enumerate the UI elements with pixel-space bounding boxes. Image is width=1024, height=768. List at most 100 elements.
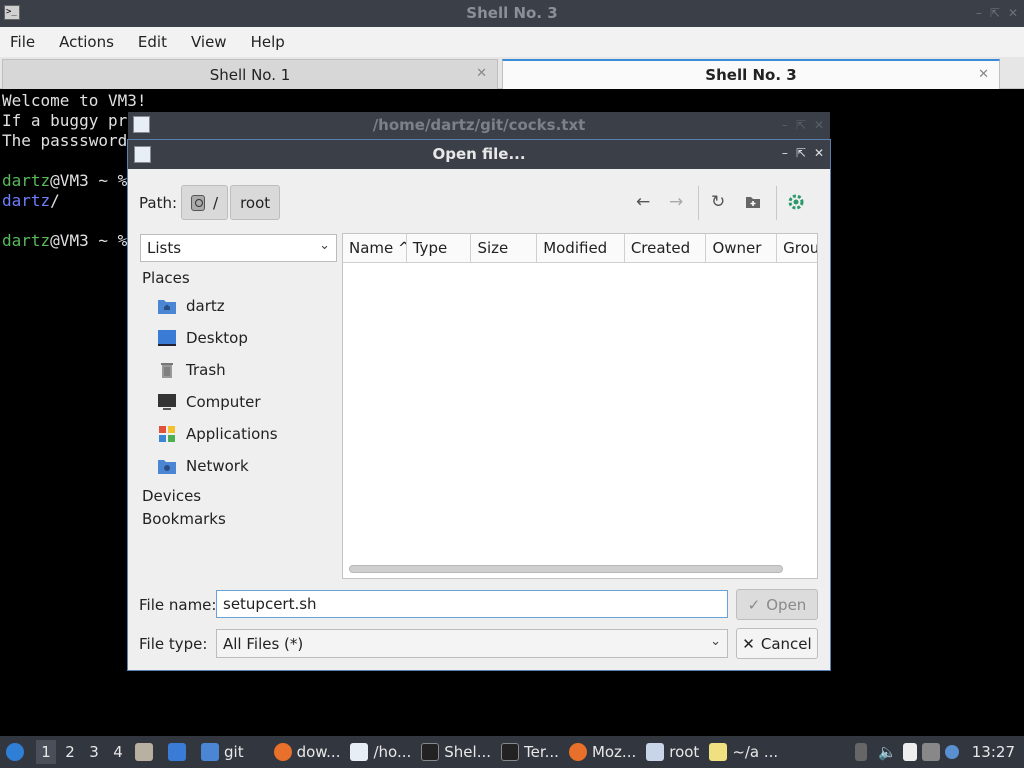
path-segment-label: root [240, 193, 271, 212]
sidebar-item-dartz[interactable]: dartz [140, 290, 338, 322]
network-icon [157, 457, 177, 475]
task-firefox-download[interactable]: dow... [269, 736, 346, 768]
close-icon[interactable]: ✕ [814, 146, 824, 160]
sidebar-item-trash[interactable]: Trash [140, 354, 338, 386]
tab-label: Shell No. 3 [705, 66, 797, 84]
column-header-owner[interactable]: Owner [706, 234, 778, 262]
clipboard-icon[interactable] [902, 743, 917, 761]
desktop-switch-2[interactable]: 2 [60, 740, 80, 764]
open-button-label: Open [766, 595, 807, 614]
taskbar: 1 2 3 4 git dow... /ho... Shel... Ter...… [0, 736, 1024, 768]
file-manager-icon [135, 743, 153, 761]
editor-window-titlebar[interactable]: /home/dartz/git/cocks.txt – ⇱ ✕ [128, 112, 830, 142]
desktop-switch-3[interactable]: 3 [84, 740, 104, 764]
options-gear-icon[interactable] [786, 192, 806, 217]
sidebar-item-desktop[interactable]: Desktop [140, 322, 338, 354]
task-shell[interactable]: Shel... [416, 736, 496, 768]
column-header-type[interactable]: Type [407, 234, 472, 262]
tray-scroll-icon[interactable] [855, 743, 868, 761]
file-type-select[interactable]: All Files (*) ⌄ [216, 629, 728, 658]
tab-shell-3[interactable]: Shell No. 3 ✕ [502, 59, 1000, 89]
menu-help[interactable]: Help [251, 33, 285, 51]
maximize-icon[interactable]: ⇱ [796, 118, 806, 132]
tab-shell-1[interactable]: Shell No. 1 ✕ [2, 59, 498, 89]
new-folder-icon[interactable] [745, 194, 761, 214]
task-terminal[interactable]: Ter... [496, 736, 564, 768]
volume-icon[interactable]: 🔈 [878, 743, 897, 761]
tab-close-icon[interactable]: ✕ [978, 67, 989, 82]
task-git[interactable]: git [196, 736, 249, 768]
column-header-size[interactable]: Size [471, 234, 538, 262]
sidebar-item-label: Desktop [186, 329, 248, 347]
sidebar-item-label: dartz [186, 297, 225, 315]
minimize-icon[interactable]: – [782, 118, 788, 132]
computer-icon [157, 393, 177, 411]
minimize-icon[interactable]: – [782, 146, 788, 160]
prompt-user: dartz [2, 171, 51, 190]
column-header-group[interactable]: Grou [777, 234, 817, 262]
tray-area: 🔈 13:27 [850, 736, 1024, 768]
sidebar-item-label: Computer [186, 393, 261, 411]
maximize-icon[interactable]: ⇱ [796, 146, 806, 160]
path-segment-root[interactable]: / [181, 185, 229, 220]
sidebar-item-label: Applications [186, 425, 278, 443]
quicklaunch-show-desktop[interactable] [163, 736, 196, 768]
file-name-input[interactable] [216, 590, 728, 618]
bookmarks-heading[interactable]: Bookmarks [142, 507, 338, 531]
terminal-line: The passsword [2, 131, 128, 150]
sidebar-item-network[interactable]: Network [140, 450, 338, 482]
menu-view[interactable]: View [191, 33, 227, 51]
view-mode-select[interactable]: Lists ⌄ [140, 234, 337, 262]
forward-arrow-icon[interactable]: → [669, 192, 683, 212]
close-icon[interactable]: ✕ [814, 118, 824, 132]
terminal-titlebar[interactable]: >_ Shell No. 3 – ⇱ ✕ [0, 0, 1024, 27]
devices-heading[interactable]: Devices [142, 484, 338, 508]
cancel-button[interactable]: ✕ Cancel [736, 628, 818, 659]
task-label: Ter... [524, 743, 559, 761]
task-root[interactable]: root [641, 736, 704, 768]
text-editor-icon [350, 743, 369, 761]
start-menu-button[interactable] [0, 736, 34, 768]
menu-edit[interactable]: Edit [138, 33, 167, 51]
path-segment-root-dir[interactable]: root [230, 185, 281, 220]
show-desktop-icon [168, 743, 186, 761]
sidebar-item-label: Trash [186, 361, 226, 379]
desktop-switch-4[interactable]: 4 [108, 740, 128, 764]
menu-file[interactable]: File [10, 33, 35, 51]
back-arrow-icon[interactable]: ← [636, 192, 650, 212]
task-editor[interactable]: /ho... [345, 736, 416, 768]
column-header-created[interactable]: Created [625, 234, 707, 262]
sidebar: Places dartz Desktop Trash Computer Appl… [140, 266, 338, 531]
column-header-modified[interactable]: Modified [537, 234, 625, 262]
maximize-icon[interactable]: ⇱ [990, 6, 1000, 20]
reload-icon[interactable]: ↻ [711, 192, 725, 212]
terminal-line: If a buggy pr [2, 111, 128, 130]
task-label: root [669, 743, 700, 761]
toolbar-separator [776, 186, 777, 220]
clock[interactable]: 13:27 [972, 743, 1015, 761]
desktop-switch-1[interactable]: 1 [36, 740, 56, 764]
places-heading[interactable]: Places [142, 266, 338, 290]
task-label: dow... [296, 743, 341, 761]
horizontal-scrollbar[interactable] [349, 565, 783, 573]
dialog-titlebar[interactable]: Open file... – ⇱ ✕ [128, 140, 830, 169]
task-notes[interactable]: ~/a ... [704, 736, 783, 768]
window-icon [646, 743, 665, 761]
sidebar-item-applications[interactable]: Applications [140, 418, 338, 450]
quicklaunch-file-manager[interactable] [130, 736, 163, 768]
task-mozilla[interactable]: Moz... [564, 736, 641, 768]
disk-icon [191, 194, 205, 211]
task-label: /ho... [373, 743, 412, 761]
updates-icon[interactable] [944, 745, 959, 759]
menu-actions[interactable]: Actions [59, 33, 114, 51]
close-icon[interactable]: ✕ [1008, 6, 1018, 20]
file-list[interactable]: Name ^ Type Size Modified Created Owner … [342, 233, 818, 579]
open-button[interactable]: ✓ Open [736, 589, 818, 620]
file-type-label: File type: [139, 635, 208, 653]
terminal-line: Welcome to VM3! [2, 91, 147, 110]
sidebar-item-computer[interactable]: Computer [140, 386, 338, 418]
minimize-icon[interactable]: – [976, 6, 982, 20]
tab-close-icon[interactable]: ✕ [476, 66, 487, 81]
network-tray-icon[interactable] [921, 743, 940, 761]
column-header-name[interactable]: Name ^ [343, 234, 407, 262]
